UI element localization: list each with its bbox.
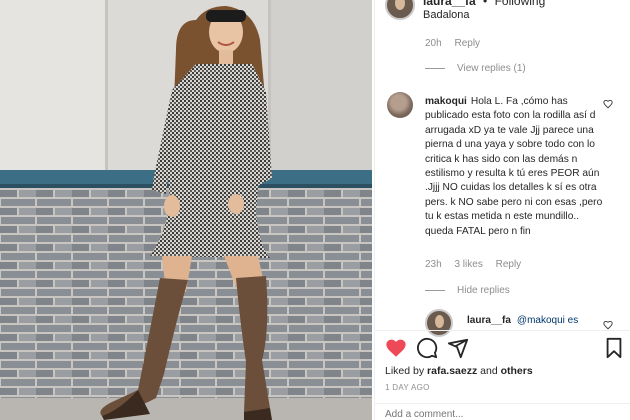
comment-time[interactable]: 20h	[425, 38, 442, 49]
action-bar	[385, 337, 625, 359]
comment-meta-main: 23h 3 likes Reply	[425, 259, 531, 270]
post-header: laura__fa • Following	[423, 0, 545, 8]
share-icon[interactable]	[447, 337, 469, 359]
comment-likes-count[interactable]: 3 likes	[454, 259, 482, 270]
author-avatar[interactable]	[385, 0, 415, 20]
post-photo[interactable]	[0, 0, 372, 420]
reply-author-avatar[interactable]	[425, 309, 453, 337]
comment-time-main[interactable]: 23h	[425, 259, 442, 270]
separator-dot: •	[483, 0, 488, 8]
comment-like-heart-icon[interactable]	[603, 99, 613, 109]
following-button[interactable]: Following	[495, 0, 546, 8]
comment-meta: 20h Reply	[425, 38, 490, 49]
commenter-avatar[interactable]	[387, 92, 413, 118]
like-heart-filled-icon[interactable]	[385, 337, 407, 359]
commenter-username[interactable]: makoqui	[425, 96, 467, 107]
actions-divider	[375, 330, 630, 331]
post-sidebar: laura__fa • Following Badalona 20h Reply…	[374, 0, 630, 420]
post-location[interactable]: Badalona	[423, 9, 470, 21]
comment-icon[interactable]	[416, 337, 438, 359]
view-replies-button[interactable]: View replies (1)	[425, 63, 526, 74]
add-comment-input[interactable]	[385, 407, 621, 420]
replies-rule-2	[425, 289, 445, 291]
reply-text: @makoqui es	[516, 315, 579, 326]
view-replies-label: View replies (1)	[457, 63, 526, 74]
reply-username[interactable]: laura__fa	[467, 315, 511, 326]
author-username[interactable]: laura__fa	[423, 0, 476, 8]
replies-rule	[425, 67, 445, 69]
hide-replies-label: Hide replies	[457, 285, 510, 296]
liked-by-user[interactable]: rafa.saezz	[427, 365, 477, 377]
reply-like-heart-icon[interactable]	[603, 320, 613, 330]
comment-body: makoqui Hola L. Fa ,cómo has publicado es…	[425, 95, 605, 239]
liked-by-and: and	[480, 365, 498, 377]
liked-by-others[interactable]: others	[501, 365, 533, 377]
hide-replies-button[interactable]: Hide replies	[425, 285, 510, 296]
bookmark-icon[interactable]	[603, 337, 625, 359]
comment-text: Hola L. Fa ,cómo has publicado esta foto…	[425, 96, 603, 237]
reply-button-main[interactable]: Reply	[496, 259, 522, 270]
post-image	[0, 0, 372, 420]
post-time[interactable]: 1 DAY AGO	[385, 383, 430, 392]
liked-by-prefix: Liked by	[385, 365, 425, 377]
reply-button[interactable]: Reply	[454, 38, 480, 49]
liked-by-text: Liked by rafa.saezz and others	[385, 365, 533, 377]
add-comment-bar	[375, 403, 630, 420]
